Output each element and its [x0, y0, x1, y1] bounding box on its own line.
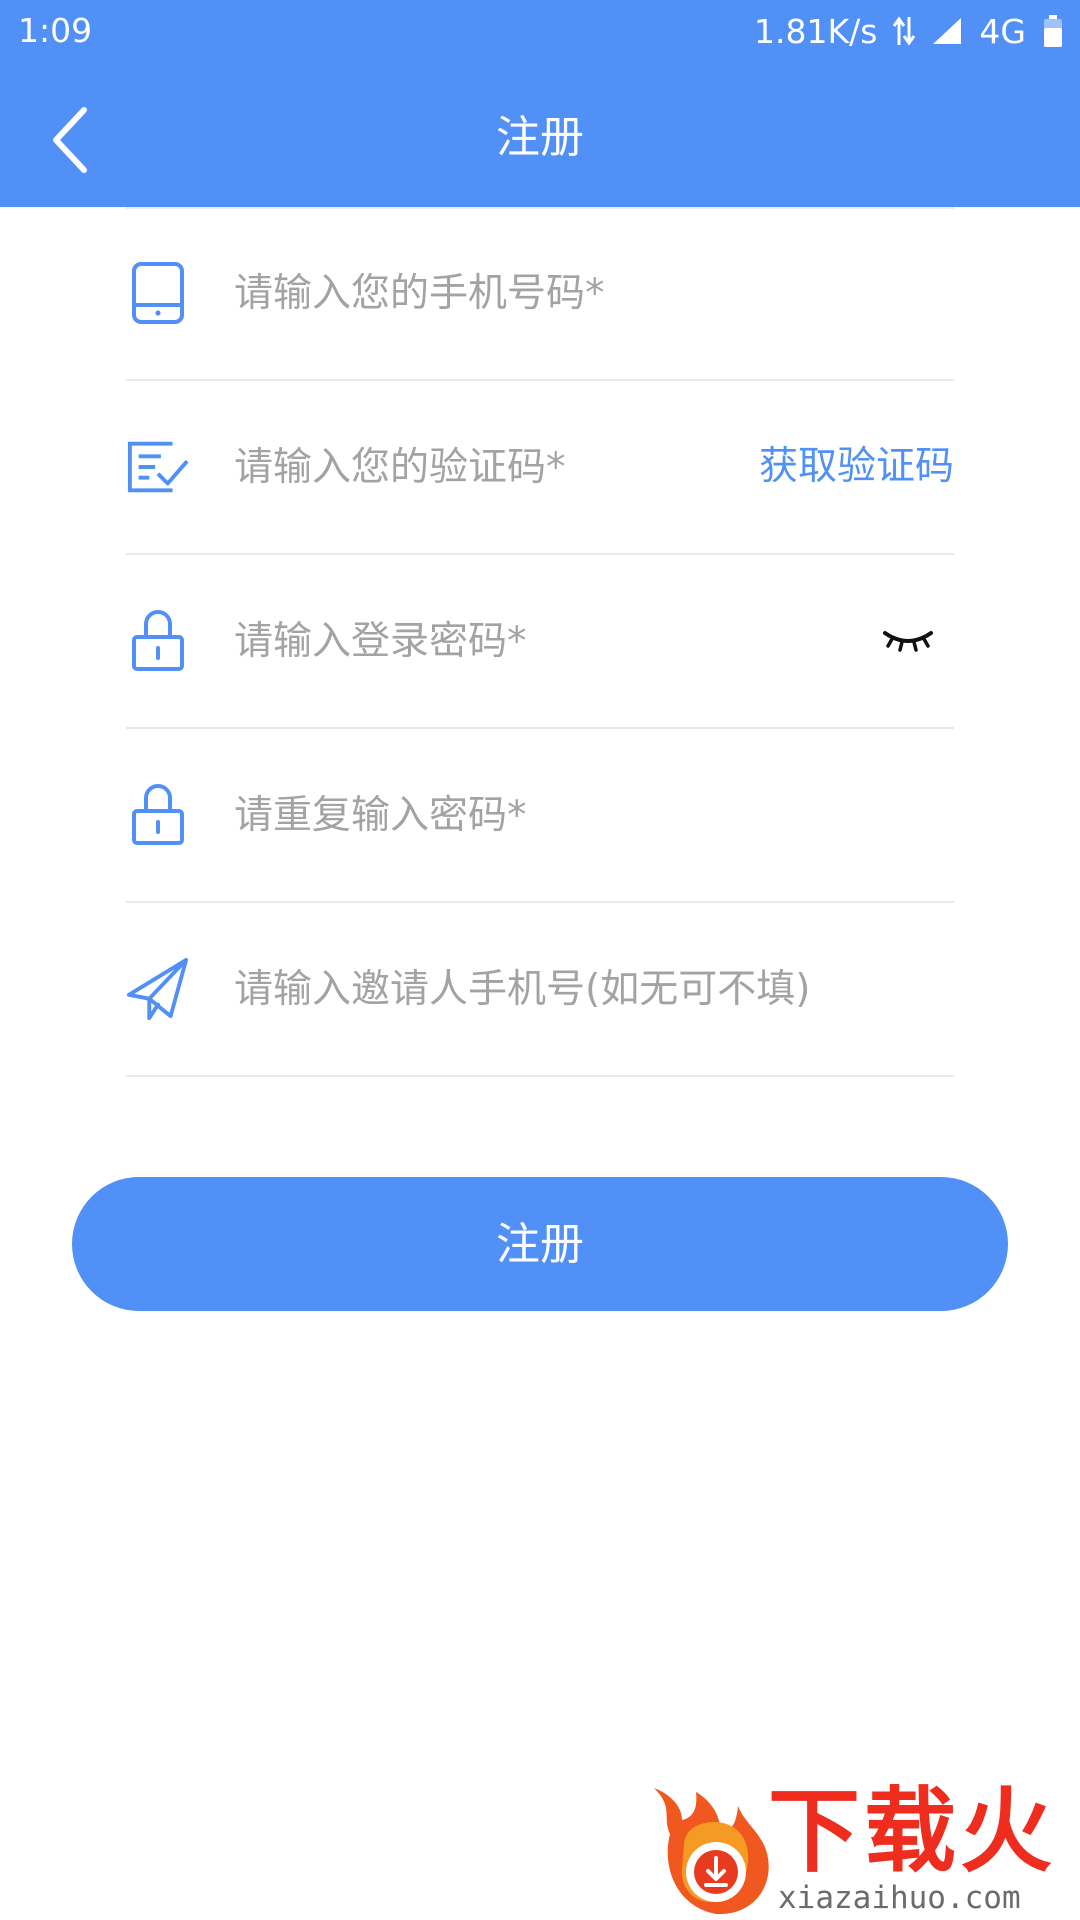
- app-header: 1:09 1.81K/s 4G 注册: [0, 0, 1080, 207]
- password-row: [126, 555, 954, 729]
- net-speed: 1.81K/s: [753, 11, 878, 51]
- status-time: 1:09: [18, 11, 93, 50]
- lock-icon: [126, 729, 190, 901]
- phone-input[interactable]: [234, 261, 754, 325]
- status-bar: 1:09 1.81K/s 4G: [0, 0, 1080, 62]
- register-form: 获取验证码: [126, 207, 954, 1077]
- watermark-name: 下载火: [768, 1778, 1057, 1885]
- phone-row: [126, 207, 954, 381]
- data-transfer-icon: [893, 15, 916, 47]
- network-type: 4G: [979, 11, 1026, 51]
- status-indicators: 1.81K/s 4G: [754, 8, 1064, 54]
- watermark: 下载火 xiazaihuo.com: [640, 1776, 1080, 1920]
- eye-closed-icon[interactable]: [882, 621, 934, 661]
- inviter-input[interactable]: [234, 957, 934, 1021]
- password-input[interactable]: [234, 609, 754, 673]
- inviter-row: [126, 903, 954, 1077]
- register-button[interactable]: 注册: [72, 1177, 1008, 1311]
- paper-plane-icon: [126, 903, 190, 1075]
- signal-icon: [931, 16, 963, 46]
- page-title: 注册: [496, 112, 584, 163]
- tablet-icon: [126, 207, 190, 379]
- lock-icon: [126, 555, 190, 727]
- confirm-password-row: [126, 729, 954, 903]
- battery-icon: [1042, 14, 1064, 48]
- code-row: 获取验证码: [126, 381, 954, 555]
- get-code-button[interactable]: 获取验证码: [759, 437, 954, 497]
- confirm-password-input[interactable]: [234, 783, 754, 847]
- code-input[interactable]: [234, 435, 754, 499]
- watermark-url: xiazaihuo.com: [778, 1880, 1021, 1916]
- checklist-icon: [126, 381, 190, 553]
- flame-logo-icon: [654, 1788, 769, 1915]
